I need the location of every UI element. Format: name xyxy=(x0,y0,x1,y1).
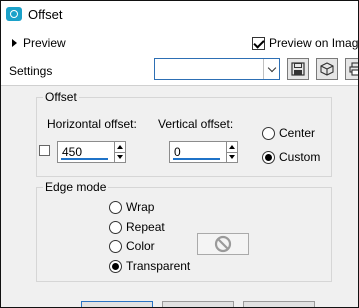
link-offsets-checkbox[interactable] xyxy=(39,145,50,156)
radio-unchecked-icon xyxy=(262,126,275,140)
vertical-offset-spin-buttons xyxy=(227,141,238,163)
value-underline xyxy=(61,158,108,160)
vertical-offset-label: Vertical offset: xyxy=(158,117,234,131)
horizontal-decrement-button[interactable] xyxy=(115,151,125,163)
radio-unchecked-icon xyxy=(109,239,122,253)
help-button[interactable] xyxy=(243,301,315,307)
ok-button[interactable] xyxy=(81,301,153,307)
edge-color-radio[interactable]: Color xyxy=(109,239,155,253)
origin-custom-label: Custom xyxy=(279,150,321,164)
origin-center-radio[interactable]: Center xyxy=(262,126,315,140)
save-preset-button[interactable] xyxy=(287,58,309,80)
preview-on-image-checkbox[interactable]: Preview on Image xyxy=(252,36,359,50)
offset-group-legend: Offset xyxy=(43,90,79,104)
vertical-offset-stepper[interactable]: 0 xyxy=(169,141,238,163)
expand-triangle-icon xyxy=(12,39,17,47)
chevron-down-icon xyxy=(267,63,276,72)
cancel-button[interactable] xyxy=(162,301,234,307)
origin-custom-radio[interactable]: Custom xyxy=(262,150,320,164)
edge-mode-legend: Edge mode xyxy=(43,180,109,194)
vertical-offset-input[interactable]: 0 xyxy=(169,141,227,163)
vertical-decrement-button[interactable] xyxy=(227,151,237,163)
edge-transparent-label: Transparent xyxy=(126,259,191,273)
down-arrow-icon xyxy=(229,155,235,160)
printer-icon xyxy=(349,62,358,76)
title-bar: Offset xyxy=(1,1,358,28)
preview-toggle[interactable]: Preview xyxy=(12,36,66,50)
edge-repeat-label: Repeat xyxy=(126,220,165,234)
edge-transparent-radio[interactable]: Transparent xyxy=(109,259,190,273)
radio-checked-icon xyxy=(262,150,275,164)
window-title: Offset xyxy=(28,7,63,22)
edge-color-swatch[interactable] xyxy=(197,233,249,255)
no-color-icon xyxy=(214,235,232,253)
down-arrow-icon xyxy=(117,155,123,160)
horizontal-offset-stepper[interactable]: 450 xyxy=(57,141,126,163)
radio-unchecked-icon xyxy=(109,200,122,214)
radio-unchecked-icon xyxy=(109,220,122,234)
dropdown-arrow[interactable] xyxy=(263,59,279,79)
preview-toggle-label: Preview xyxy=(23,36,66,50)
settings-label: Settings xyxy=(9,64,53,78)
edge-repeat-radio[interactable]: Repeat xyxy=(109,220,165,234)
horizontal-offset-input[interactable]: 450 xyxy=(57,141,115,163)
horizontal-offset-spin-buttons xyxy=(115,141,126,163)
horizontal-offset-label: Horizontal offset: xyxy=(47,117,137,131)
settings-dropdown[interactable] xyxy=(154,58,280,80)
offset-app-icon xyxy=(6,7,22,21)
toolbar-separator xyxy=(1,85,358,86)
vertical-increment-button[interactable] xyxy=(227,142,237,152)
offset-dialog: Offset Preview Preview on Image Settings xyxy=(0,0,359,308)
print-button[interactable] xyxy=(345,58,358,80)
origin-center-label: Center xyxy=(279,126,316,140)
edge-wrap-radio[interactable]: Wrap xyxy=(109,200,154,214)
floppy-disk-icon xyxy=(291,62,305,76)
value-underline xyxy=(173,158,220,160)
cube-icon xyxy=(320,62,334,76)
checkbox-checked-icon xyxy=(252,36,265,50)
edge-wrap-label: Wrap xyxy=(126,200,155,214)
preview-on-image-label: Preview on Image xyxy=(269,36,359,50)
up-arrow-icon xyxy=(117,144,123,149)
horizontal-increment-button[interactable] xyxy=(115,142,125,152)
edge-color-label: Color xyxy=(126,239,155,253)
vertical-offset-value: 0 xyxy=(174,145,181,159)
up-arrow-icon xyxy=(229,144,235,149)
horizontal-offset-value: 450 xyxy=(62,145,83,159)
presets-button[interactable] xyxy=(316,58,338,80)
radio-checked-icon xyxy=(109,259,122,273)
